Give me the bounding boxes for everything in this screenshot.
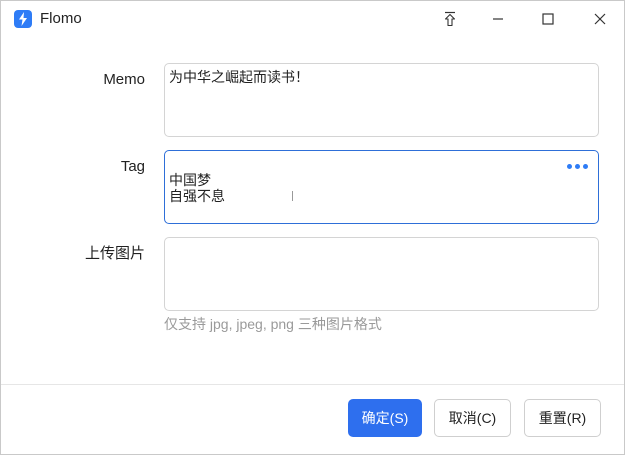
upload-image-label: 上传图片 bbox=[84, 245, 145, 262]
memo-textarea[interactable]: 为中华之崛起而读书！ bbox=[164, 63, 599, 137]
text-cursor-icon bbox=[292, 191, 293, 201]
flomo-logo-icon bbox=[14, 10, 32, 28]
reset-button[interactable]: 重置(R) bbox=[524, 399, 601, 437]
tag-label: Tag bbox=[120, 158, 145, 175]
flomo-window: Flomo Memo 为中华之崛起而读书！ Tag 中国梦 自强不息 上传图片 … bbox=[0, 0, 625, 455]
close-button[interactable] bbox=[577, 1, 623, 37]
memo-label: Memo bbox=[103, 71, 145, 88]
tag-textarea[interactable]: 中国梦 自强不息 bbox=[164, 150, 599, 224]
pin-top-icon bbox=[444, 11, 456, 27]
confirm-button[interactable]: 确定(S) bbox=[348, 399, 422, 437]
upload-image-field[interactable] bbox=[164, 237, 599, 311]
tag-text: 中国梦 自强不息 bbox=[169, 172, 225, 204]
title-bar: Flomo bbox=[1, 1, 624, 37]
more-horizontal-icon[interactable] bbox=[567, 164, 588, 169]
footer-divider bbox=[1, 384, 624, 385]
minimize-icon bbox=[493, 18, 503, 20]
maximize-button[interactable] bbox=[525, 1, 571, 37]
upload-format-hint: 仅支持 jpg, jpeg, png 三种图片格式 bbox=[164, 316, 382, 332]
close-icon bbox=[594, 13, 606, 25]
minimize-button[interactable] bbox=[475, 1, 521, 37]
window-title: Flomo bbox=[40, 10, 82, 27]
cancel-button[interactable]: 取消(C) bbox=[434, 399, 511, 437]
pin-on-top-button[interactable] bbox=[427, 1, 473, 37]
maximize-icon bbox=[542, 13, 554, 25]
